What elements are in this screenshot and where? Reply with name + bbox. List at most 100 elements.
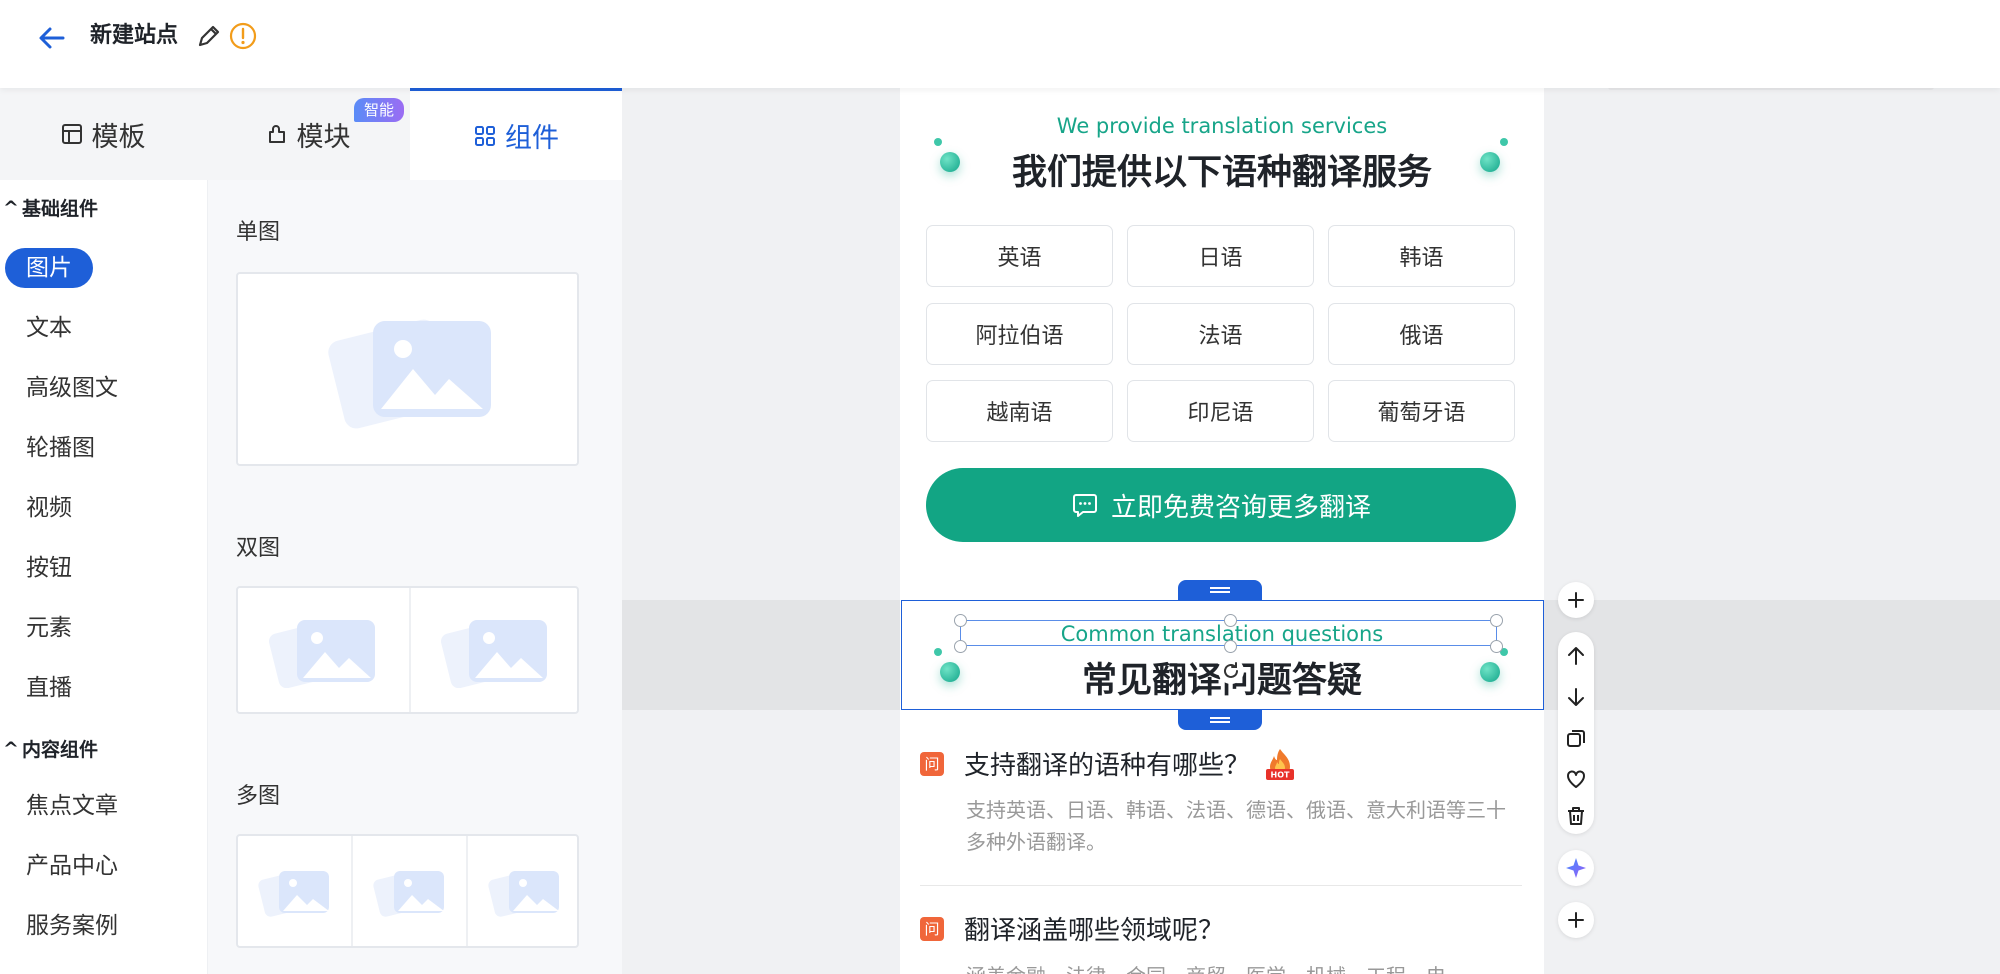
warning-icon[interactable] [228,21,258,51]
resize-node[interactable] [1224,614,1237,627]
resize-node[interactable] [954,640,967,653]
chevron-up-icon: ^ [3,737,19,760]
tab-module-label: 模块 [296,121,351,153]
rotate-icon [1224,662,1238,678]
drag-lines-icon [1210,587,1230,593]
svg-text:HOT: HOT [1271,770,1290,779]
category-element[interactable]: 元素 [26,608,72,648]
delete-button[interactable] [1558,798,1594,834]
arrow-down-icon [1568,688,1584,706]
trash-icon [1568,807,1584,825]
group-basic[interactable]: ^ 基础组件 [0,194,98,221]
arrow-left-icon [39,27,65,49]
lang-indonesian[interactable]: 印尼语 [1127,380,1314,442]
back-button[interactable] [34,20,70,56]
favorite-button[interactable] [1558,761,1594,797]
left-panel: 模板 模块 组件 智能 ^ 基础组件 图片 文本 高级图文 轮播图 视频 按钮 元… [0,88,622,974]
image-placeholder-icon [353,836,466,946]
panel-tabs: 模板 模块 组件 智能 [0,88,622,180]
decor-dot [1500,138,1508,146]
heart-icon [1567,770,1585,788]
resize-node[interactable] [1490,640,1503,653]
question-badge: 问 [920,751,944,776]
category-video[interactable]: 视频 [26,488,72,528]
component-single-title: 单图 [236,220,281,245]
chevron-up-icon: ^ [3,196,19,219]
multi-image-card[interactable] [236,834,579,948]
resize-node[interactable] [1224,640,1237,653]
drag-handle-bottom[interactable] [1178,710,1262,730]
component-multi-title: 多图 [236,784,281,809]
category-product-center[interactable]: 产品中心 [26,846,118,886]
category-rich-text[interactable]: 高级图文 [26,368,118,408]
lang-arabic[interactable]: 阿拉伯语 [926,303,1113,365]
resize-node[interactable] [1490,614,1503,627]
category-service-case[interactable]: 服务案例 [26,906,118,946]
move-up-button[interactable] [1558,638,1594,674]
component-area: 单图 双图 多图 [208,180,622,974]
plus-icon [1568,592,1584,608]
selection-box[interactable] [901,600,1544,710]
faq-question[interactable]: 问 翻译涵盖哪些领域呢？ [920,910,1224,947]
lang-french[interactable]: 法语 [1127,303,1314,365]
move-down-button[interactable] [1558,679,1594,715]
tab-component[interactable]: 组件 [410,88,622,180]
category-image[interactable]: 图片 [5,248,93,288]
lang-portuguese[interactable]: 葡萄牙语 [1328,380,1515,442]
category-live[interactable]: 直播 [26,668,72,708]
drag-handle-top[interactable] [1178,580,1262,600]
tab-component-label: 组件 [505,123,559,154]
smart-badge: 智能 [354,98,405,122]
group-content[interactable]: ^ 内容组件 [0,735,98,762]
faq-answer: 支持英语、日语、韩语、法语、德语、俄语、意大利语等三十多种外语翻译。 [966,798,1506,854]
section-toolbar [1558,632,1594,834]
grid-icon [473,124,497,148]
group-basic-label: 基础组件 [22,198,99,220]
tab-template-label: 模板 [91,121,146,153]
section1-title: 我们提供以下语种翻译服务 [1011,153,1432,193]
faq-question-text: 支持翻译的语种有哪些？ [964,751,1251,781]
faq-question[interactable]: 问 支持翻译的语种有哪些？ HOT [920,745,1298,782]
chat-icon [1071,491,1099,519]
image-placeholder-icon [238,588,409,712]
pencil-icon[interactable] [194,21,224,51]
rotate-handle[interactable] [1218,658,1244,684]
image-placeholder-icon [468,836,577,946]
resize-node[interactable] [954,614,967,627]
arrow-up-icon [1568,647,1584,665]
lang-vietnamese[interactable]: 越南语 [926,380,1113,442]
faq-answer: 涵盖金融、法律、合同、商贸、医学、机械、工程、电 [966,960,1516,974]
question-badge: 问 [920,916,944,941]
tab-template[interactable]: 模板 [0,88,205,180]
component-double-title: 双图 [236,536,281,561]
category-carousel[interactable]: 轮播图 [26,428,95,468]
sparkle-icon [1566,858,1586,878]
decor-dot [1480,152,1500,172]
site-title: 新建站点 [90,23,179,48]
single-image-card[interactable] [236,272,579,466]
ai-assist-button[interactable] [1558,850,1594,886]
lang-english[interactable]: 英语 [926,225,1113,287]
layout-icon [60,122,84,146]
category-text[interactable]: 文本 [26,308,72,348]
category-focus-article[interactable]: 焦点文章 [26,786,118,826]
lang-japanese[interactable]: 日语 [1127,225,1314,287]
category-list: ^ 基础组件 图片 文本 高级图文 轮播图 视频 按钮 元素 直播 ^ 内容组件 焦… [0,180,208,974]
double-image-card[interactable] [236,586,579,714]
consult-button-label: 立即免费咨询更多翻译 [1110,492,1371,523]
category-button[interactable]: 按钮 [26,548,72,588]
hot-icon: HOT [1262,747,1298,781]
top-bar: 新建站点 [0,0,2000,88]
faq-divider [920,885,1522,886]
section1-subtitle: We provide translation services [1056,114,1388,138]
lang-russian[interactable]: 俄语 [1328,303,1515,365]
add-above-button[interactable] [1558,582,1594,618]
copy-button[interactable] [1558,720,1594,756]
image-placeholder-icon [411,588,577,712]
plus-icon [1568,912,1584,928]
consult-button[interactable]: 立即免费咨询更多翻译 [926,468,1516,542]
add-below-button[interactable] [1558,902,1594,938]
lang-korean[interactable]: 韩语 [1328,225,1515,287]
group-content-label: 内容组件 [22,739,99,761]
faq-question-text: 翻译涵盖哪些领域呢？ [964,916,1225,946]
